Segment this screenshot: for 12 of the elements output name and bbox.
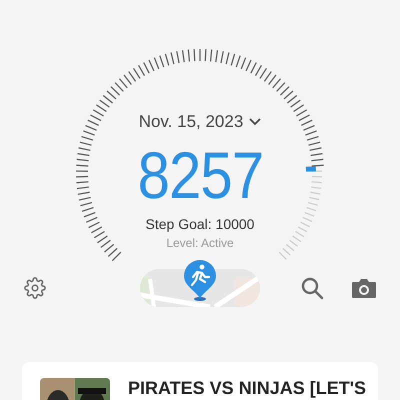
running-location-pin-icon bbox=[183, 259, 217, 301]
step-goal: Step Goal: 10000 bbox=[146, 216, 254, 232]
video-title: PIRATES VS NINJAS [LET'S bbox=[128, 378, 366, 400]
step-count: 8257 bbox=[137, 142, 263, 208]
progress-marker bbox=[306, 166, 316, 172]
chevron-down-icon bbox=[249, 118, 262, 126]
activity-level: Level: Active bbox=[166, 236, 234, 250]
date-selector[interactable]: Nov. 15, 2023 bbox=[138, 112, 262, 132]
search-icon[interactable] bbox=[300, 276, 324, 300]
settings-icon[interactable] bbox=[24, 277, 46, 299]
camera-icon[interactable] bbox=[351, 277, 377, 299]
video-card[interactable]: PIRATES VS NINJAS [LET'S bbox=[22, 362, 378, 400]
